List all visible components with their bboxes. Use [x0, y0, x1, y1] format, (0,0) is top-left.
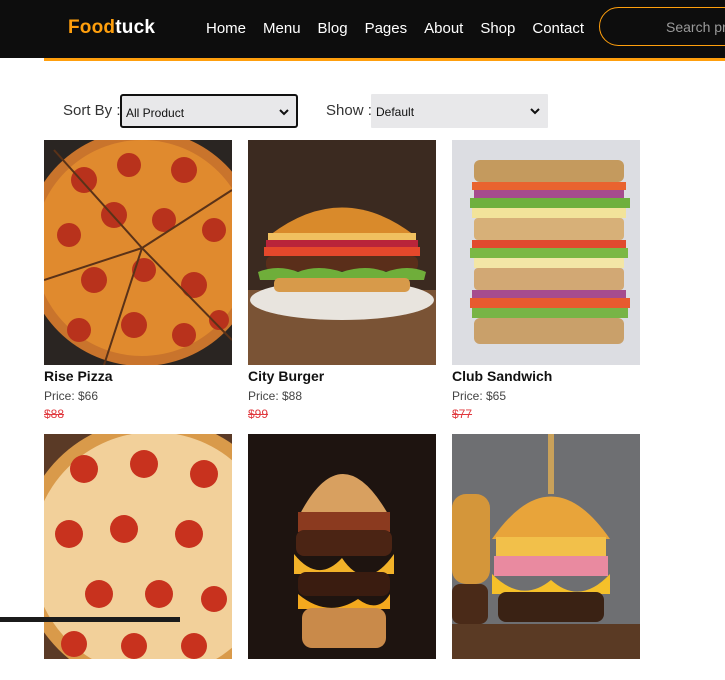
bacon-cheese-burger-image[interactable] — [248, 434, 436, 659]
sort-label: Sort By : — [63, 102, 121, 119]
product-old-price: $88 — [44, 407, 65, 421]
navbar: Foodtuck Home Menu Blog Pages About Shop… — [0, 0, 725, 58]
nav-shop[interactable]: Shop — [480, 20, 515, 37]
nav-about[interactable]: About — [424, 20, 463, 37]
show-label: Show : — [326, 102, 372, 119]
product-card[interactable]: Club Sandwich Price: $65 $77 — [452, 140, 640, 421]
search-placeholder: Search pr — [666, 19, 725, 35]
product-name[interactable]: Club Sandwich — [452, 368, 640, 386]
search-input[interactable]: Search pr — [599, 7, 725, 46]
chevron-down-icon — [530, 108, 540, 115]
product-card[interactable] — [44, 434, 232, 680]
show-select[interactable]: Default — [371, 94, 548, 128]
product-card[interactable]: Rise Pizza Price: $66 $88 — [44, 140, 232, 421]
product-name[interactable]: Rise Pizza — [44, 368, 232, 386]
product-card[interactable]: City Burger Price: $88 $99 — [248, 140, 436, 421]
product-old-price: $99 — [248, 407, 269, 421]
product-card[interactable] — [452, 434, 640, 680]
product-name[interactable]: City Burger — [248, 368, 436, 386]
club-sandwich-image[interactable] — [452, 140, 640, 365]
nav-pages[interactable]: Pages — [365, 20, 408, 37]
nav-home[interactable]: Home — [206, 20, 246, 37]
bottom-scrollbar[interactable] — [0, 617, 180, 622]
navbar-underline — [44, 58, 725, 61]
skewered-cheese-burgers-image[interactable] — [452, 434, 640, 659]
product-name[interactable] — [44, 662, 232, 680]
brand-logo-part2: tuck — [115, 17, 156, 38]
chevron-down-icon — [279, 109, 289, 116]
burger-image[interactable] — [248, 140, 436, 365]
product-name[interactable] — [452, 662, 640, 680]
product-price: Price: $65 — [452, 389, 507, 403]
product-old-price: $77 — [452, 407, 473, 421]
nav-blog[interactable]: Blog — [318, 20, 348, 37]
nav-menu-link[interactable]: Menu — [263, 20, 301, 37]
brand-logo[interactable]: Foodtuck — [68, 17, 155, 39]
product-name[interactable] — [248, 662, 436, 680]
nav-menu: Home Menu Blog Pages About Shop Contact — [206, 20, 601, 37]
nav-contact[interactable]: Contact — [532, 20, 584, 37]
pepperoni-pizza-image[interactable] — [44, 434, 232, 659]
sort-select[interactable]: All Product — [120, 94, 298, 128]
sort-select-value: All Product — [126, 106, 185, 120]
product-card[interactable] — [248, 434, 436, 680]
product-price: Price: $66 — [44, 389, 99, 403]
product-price: Price: $88 — [248, 389, 303, 403]
brand-logo-part1: Food — [68, 17, 116, 38]
pepperoni-pizza-image[interactable] — [44, 140, 232, 365]
show-select-value: Default — [376, 105, 415, 119]
